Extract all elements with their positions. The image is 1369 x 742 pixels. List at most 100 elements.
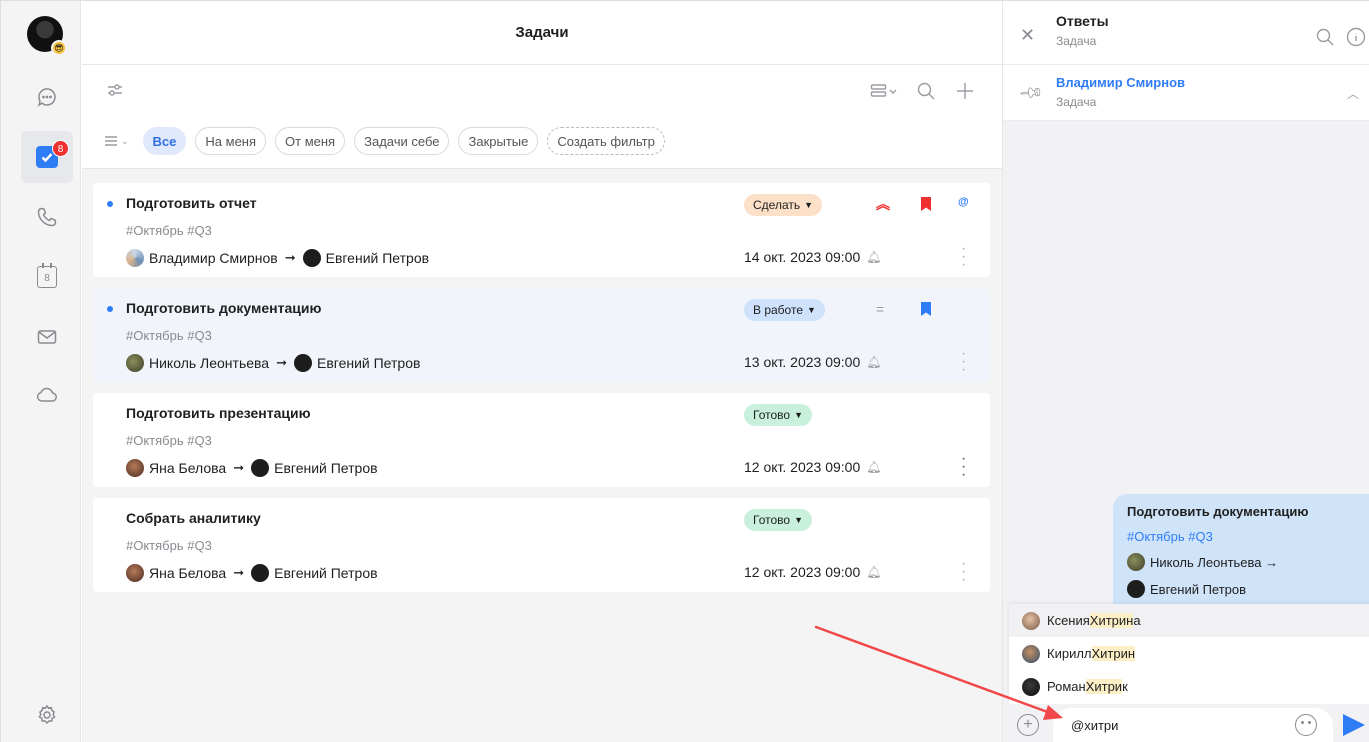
suggestion-first: Кирилл (1047, 646, 1092, 661)
task-due-date: 13 окт. 2023 09:00 🔔︎ (744, 354, 881, 370)
arrow-right-icon: ➞ (284, 250, 296, 265)
priority-medium-icon[interactable]: = (876, 302, 884, 316)
info-icon[interactable] (1346, 27, 1366, 47)
task-message-bubble[interactable]: Подготовить документацию #Октябрь #Q3 Ни… (1113, 494, 1369, 604)
pinned-subtitle: Задача (1056, 95, 1097, 109)
task-people: Николь Леонтьева ➞ Евгений Петров (126, 354, 420, 372)
bubble-tags[interactable]: #Октябрь #Q3 (1127, 529, 1357, 544)
bell-icon[interactable]: 🔔︎ (866, 250, 881, 264)
tasks-nav-button[interactable]: 8 (21, 131, 73, 183)
suggestion-match: Хитрин (1089, 613, 1134, 628)
message-input[interactable]: @хитри (1053, 708, 1333, 742)
send-icon[interactable] (1343, 714, 1365, 736)
task-card[interactable]: Подготовить отчет #Октябрь #Q3 Владимир … (93, 183, 990, 277)
task-assignee: Евгений Петров (274, 460, 378, 476)
search-icon[interactable] (1315, 27, 1335, 47)
left-rail: 😎 8 8 (1, 1, 81, 742)
filter-from-me[interactable]: От меня (275, 127, 346, 155)
mention-suggestion[interactable]: Роман Хитри к (1009, 670, 1369, 703)
status-label: Готово (753, 408, 791, 422)
more-options-icon[interactable]: · · · (961, 556, 966, 588)
bubble-author: Николь Леонтьева → (1127, 553, 1357, 571)
chevron-down-icon: ⌄ (121, 135, 129, 146)
due-text: 13 окт. 2023 09:00 (744, 354, 861, 370)
main-header: Задачи (82, 1, 1002, 65)
more-options-icon[interactable]: · · · (961, 451, 966, 483)
filter-self-tasks[interactable]: Задачи себе (354, 127, 450, 155)
add-task-icon[interactable] (955, 81, 975, 104)
suggestion-rest: к (1122, 679, 1128, 694)
bookmark-icon[interactable] (921, 197, 931, 211)
more-options-icon[interactable]: · · · (961, 241, 966, 273)
calendar-nav-button[interactable]: 8 (21, 251, 73, 303)
page-title: Задачи (515, 24, 569, 41)
avatar (1127, 553, 1145, 571)
status-label: Готово (753, 513, 791, 527)
task-card-selected[interactable]: Подготовить документацию #Октябрь #Q3 Ни… (93, 288, 990, 382)
pinned-message[interactable]: 📌︎ Владимир Смирнов Задача ︿ (1003, 65, 1369, 121)
task-card[interactable]: Собрать аналитику #Октябрь #Q3 Яна Белов… (93, 498, 990, 592)
settings-nav-button[interactable] (21, 689, 73, 741)
panel-subtitle: Задача (1056, 34, 1097, 48)
filter-assigned-to-me[interactable]: На меня (195, 127, 267, 155)
status-label: В работе (753, 303, 804, 317)
chevron-down-icon: ▼ (794, 410, 803, 420)
emoji-icon[interactable] (1295, 714, 1317, 736)
calls-nav-button[interactable] (21, 191, 73, 243)
unread-dot (107, 306, 113, 312)
arrow-right-icon: ➞ (233, 565, 245, 580)
tasks-toolbar: ⌄ Все На меня От меня Задачи себе Закрыт… (82, 65, 1002, 169)
suggestion-first: Роман (1047, 679, 1086, 694)
task-tags[interactable]: #Октябрь #Q3 (126, 328, 212, 343)
bubble-assignee-name: Евгений Петров (1150, 581, 1247, 597)
task-tags[interactable]: #Октябрь #Q3 (126, 538, 212, 553)
more-options-icon[interactable]: · · · (961, 346, 966, 378)
close-icon[interactable]: ✕ (1020, 26, 1035, 44)
chevron-down-icon: ▼ (804, 200, 814, 210)
attach-plus-icon[interactable]: + (1017, 714, 1039, 736)
bookmark-icon[interactable] (921, 302, 931, 316)
mention-suggestion[interactable]: Ксения Хитрин а (1009, 604, 1369, 637)
status-dropdown[interactable]: В работе ▼ (744, 299, 825, 321)
bell-icon[interactable]: 🔔︎ (866, 460, 881, 474)
bell-icon[interactable]: 🔔︎ (866, 355, 881, 369)
mention-suggestion[interactable]: Кирилл Хитрин (1009, 637, 1369, 670)
mail-nav-button[interactable] (21, 311, 73, 363)
task-due-date: 14 окт. 2023 09:00 🔔︎ (744, 249, 881, 265)
filter-closed[interactable]: Закрытые (458, 127, 539, 155)
chevron-up-icon[interactable]: ︿ (1347, 85, 1359, 102)
status-dropdown[interactable]: Готово ▼ (744, 509, 812, 531)
bell-icon[interactable]: 🔔︎ (866, 565, 881, 579)
due-text: 12 окт. 2023 09:00 (744, 459, 861, 475)
task-card[interactable]: Подготовить презентацию #Октябрь #Q3 Яна… (93, 393, 990, 487)
filter-all[interactable]: Все (142, 127, 187, 155)
app-window: 😎 8 8 Задачи ⌄ Все На меня От меня Задач… (0, 0, 1369, 742)
filter-settings-icon[interactable] (106, 83, 124, 100)
message-composer: + @хитри (1003, 704, 1369, 742)
avatar (126, 459, 144, 477)
tasks-unread-badge: 8 (52, 140, 69, 157)
task-tags[interactable]: #Октябрь #Q3 (126, 433, 212, 448)
view-mode-icon[interactable] (870, 83, 898, 102)
messenger-nav-button[interactable] (21, 71, 73, 123)
search-icon[interactable] (916, 81, 936, 104)
unread-dot (107, 201, 113, 207)
cloud-icon (36, 387, 57, 402)
avatar (251, 564, 270, 582)
task-author: Яна Белова (149, 460, 227, 476)
priority-high-icon[interactable]: ︽ (876, 197, 890, 211)
list-menu-button[interactable]: ⌄ (104, 135, 129, 147)
status-dropdown[interactable]: Сделать ▼ (744, 194, 823, 216)
mention-icon: @ (958, 196, 969, 208)
calendar-icon: 8 (37, 263, 57, 288)
pin-icon: 📌︎ (1017, 80, 1045, 107)
bubble-assignee: Евгений Петров (1127, 580, 1357, 598)
create-filter-button[interactable]: Создать фильтр (547, 127, 665, 155)
status-dropdown[interactable]: Готово ▼ (744, 404, 812, 426)
task-due-date: 12 окт. 2023 09:00 🔔︎ (744, 564, 881, 580)
task-assignee: Евгений Петров (274, 565, 378, 581)
filter-pills: ⌄ Все На меня От меня Задачи себе Закрыт… (104, 127, 665, 155)
task-people: Владимир Смирнов ➞ Евгений Петров (126, 249, 429, 267)
cloud-nav-button[interactable] (21, 369, 73, 421)
task-tags[interactable]: #Октябрь #Q3 (126, 223, 212, 238)
